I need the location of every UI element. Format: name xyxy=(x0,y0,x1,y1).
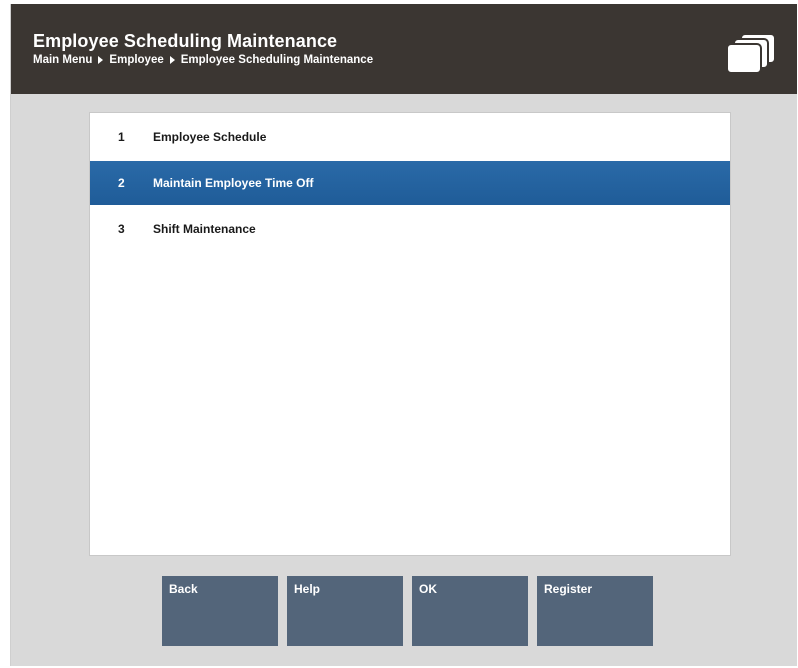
menu-item-number: 3 xyxy=(118,222,125,236)
register-button[interactable]: Register xyxy=(537,576,653,646)
windows-stack-icon[interactable] xyxy=(725,31,779,75)
menu-item-label: Maintain Employee Time Off xyxy=(153,176,314,190)
help-button[interactable]: Help xyxy=(287,576,403,646)
breadcrumb-item-employee: Employee xyxy=(109,54,164,66)
back-button[interactable]: Back xyxy=(162,576,278,646)
menu-item-employee-schedule[interactable]: 1 Employee Schedule xyxy=(90,115,730,159)
menu-item-label: Shift Maintenance xyxy=(153,222,256,236)
menu-item-maintain-employee-time-off[interactable]: 2 Maintain Employee Time Off xyxy=(90,161,730,205)
menu-item-number: 2 xyxy=(118,176,125,190)
breadcrumb-item-current: Employee Scheduling Maintenance xyxy=(180,54,374,66)
menu-list: 1 Employee Schedule 2 Maintain Employee … xyxy=(89,112,731,556)
header-bar: Employee Scheduling Maintenance Main Men… xyxy=(11,4,797,94)
menu-item-number: 1 xyxy=(118,130,125,144)
page-title: Employee Scheduling Maintenance xyxy=(33,31,338,51)
menu-item-label: Employee Schedule xyxy=(153,130,267,144)
menu-item-shift-maintenance[interactable]: 3 Shift Maintenance xyxy=(90,207,730,251)
breadcrumb: Main Menu Employee Employee Scheduling M… xyxy=(33,54,373,66)
breadcrumb-arrow-icon xyxy=(169,56,175,64)
breadcrumb-item-main-menu: Main Menu xyxy=(33,54,93,66)
breadcrumb-arrow-icon xyxy=(98,56,104,64)
app-screen: Employee Scheduling Maintenance Main Men… xyxy=(10,4,797,666)
ok-button[interactable]: OK xyxy=(412,576,528,646)
